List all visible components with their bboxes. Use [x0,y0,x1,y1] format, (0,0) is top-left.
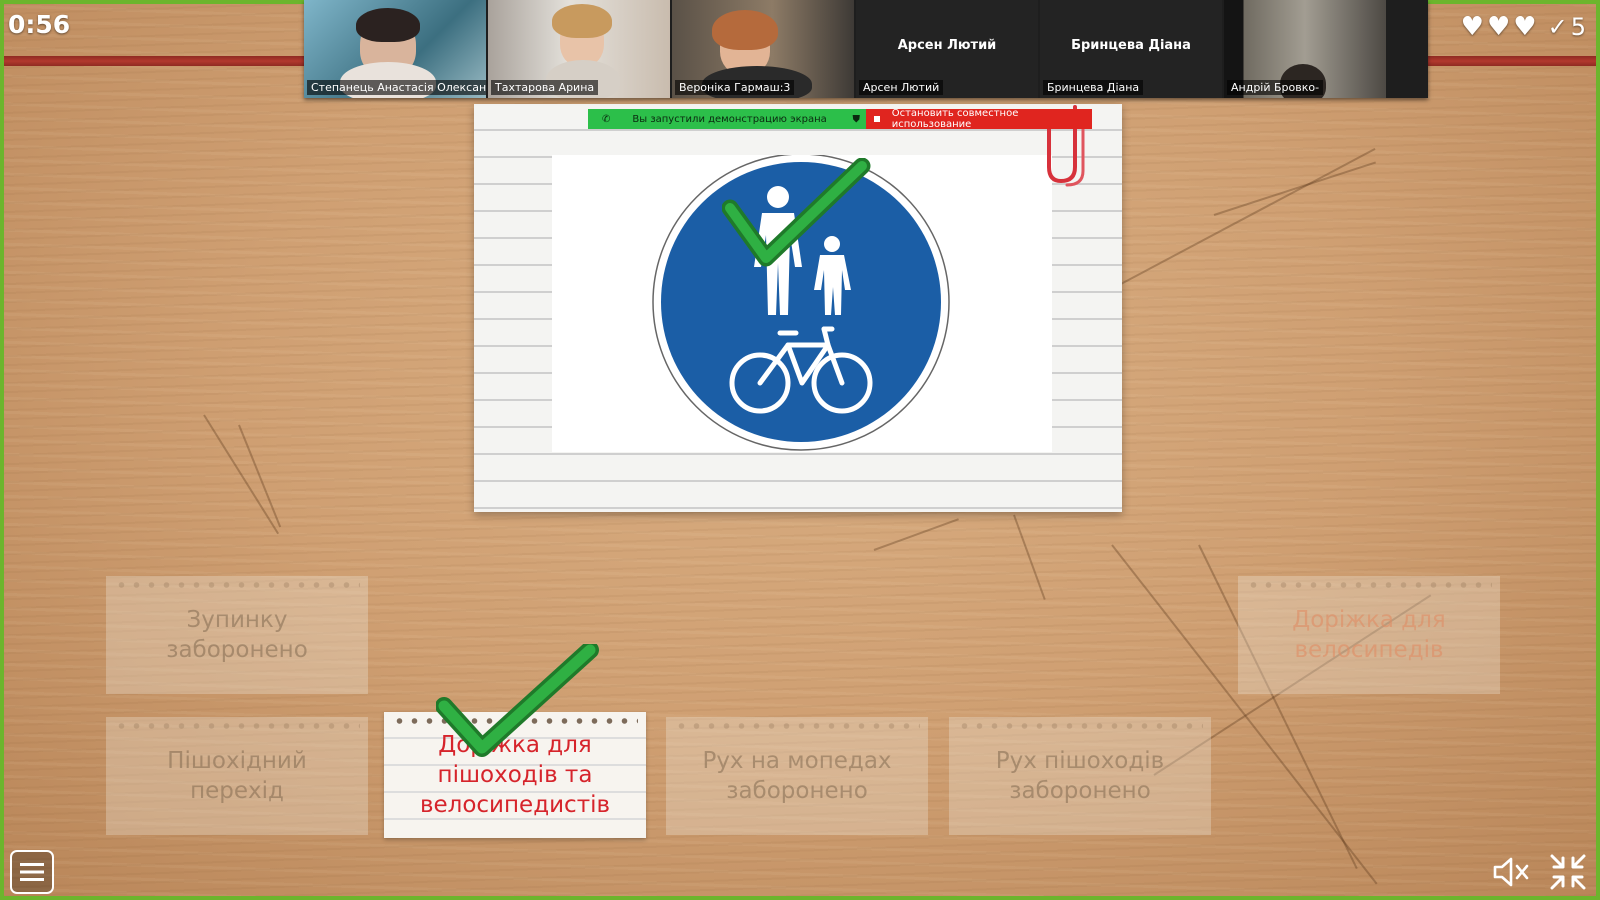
stop-share-label: Остановить совместное использование [891,108,1019,130]
participant-hair [552,4,612,38]
stop-share-button[interactable]: Остановить совместное использование [866,108,1092,130]
wood-scratch [1118,147,1376,286]
video-tile[interactable]: Степанець Анастасія Олександрівна [304,0,486,98]
answer-label: Пішохідний перехід [167,748,307,804]
video-tile[interactable]: Андрій Бровко- [1224,0,1386,98]
video-tile[interactable]: Вероніка Гармаш:3 [672,0,854,98]
wood-scratch [238,424,282,528]
video-tile[interactable]: Бринцева Діана Бринцева Діана [1040,0,1222,98]
answer-card[interactable]: Пішохідний перехід [106,717,368,835]
speaker-muted-icon [1493,857,1529,887]
participant-name: Вероніка Гармаш:3 [675,80,795,95]
video-tile[interactable]: Арсен Лютий Арсен Лютий [856,0,1038,98]
participant-name: Степанець Анастасія Олександрівна [307,80,486,95]
menu-icon [20,863,44,881]
heart-icon: ♥ [1513,12,1537,42]
wood-scratch [1013,514,1046,600]
score-display: ♥ ♥ ♥ ✓ 5 [1461,12,1586,42]
shield-icon: ⛊ [852,113,861,125]
mute-button[interactable] [1490,852,1530,892]
question-image [552,153,1052,452]
phone-icon: ✆ [602,113,611,125]
screen-share-status: ✆ Вы запустили демонстрацию экрана ⛊ [588,109,866,129]
shared-path-sign-icon [652,153,950,451]
answer-card[interactable]: Зупинку заборонено [106,576,368,694]
participant-name: Андрій Бровко- [1227,80,1324,95]
score-value: 5 [1570,13,1586,41]
participant-display-name: Арсен Лютий [897,38,997,53]
participant-display-name: Бринцева Діана [1071,38,1191,53]
stop-icon [874,116,880,122]
exit-fullscreen-button[interactable] [1548,852,1588,892]
heart-icon: ♥ [1486,12,1511,42]
wood-scratch [873,518,959,551]
video-strip: Степанець Анастасія Олександрівна Тахтар… [304,0,1428,98]
timer: 0:56 [8,10,71,39]
answer-label: Зупинку заборонено [166,607,308,663]
answer-card[interactable]: Рух на мопедах заборонено [666,717,928,835]
answer-card[interactable]: Рух пішоходів заборонено [949,717,1211,835]
wood-scratch [1213,161,1376,216]
check-icon: ✓ [1547,13,1568,41]
heart-icon: ♥ [1460,12,1484,42]
participant-hair [712,10,778,50]
participant-name: Арсен Лютий [859,80,944,95]
answer-label: Доріжка для пішоходів та велосипедистів [419,732,611,818]
answer-label: Доріжка для велосипедів [1292,607,1446,663]
participant-name: Бринцева Діана [1043,80,1144,95]
share-status-text: Вы запустили демонстрацию экрана [632,113,827,125]
answer-label: Рух пішоходів заборонено [995,748,1165,804]
answer-label: Рух на мопедах заборонено [702,748,892,804]
participant-hair [356,8,420,42]
video-tile-active-speaker[interactable]: Тахтарова Арина [488,0,670,98]
answer-card[interactable]: Доріжка для велосипедів [1238,576,1500,694]
menu-button[interactable] [10,850,54,894]
answer-card-correct[interactable]: Доріжка для пішоходів та велосипедистів [384,712,646,838]
participant-name: Тахтарова Арина [491,80,599,95]
exit-fullscreen-icon [1550,854,1586,890]
